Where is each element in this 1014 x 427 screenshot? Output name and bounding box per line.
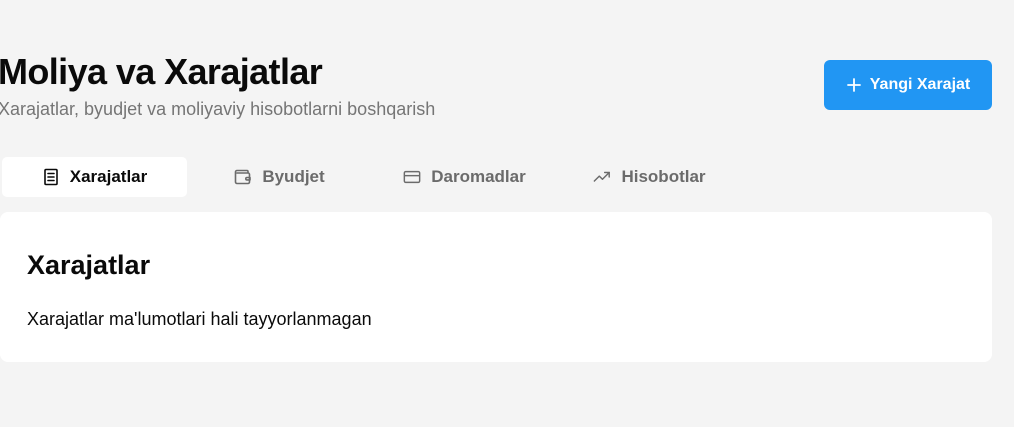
page-title: Moliya va Xarajatlar [0, 51, 323, 92]
tab-reports[interactable]: Hisobotlar [557, 157, 742, 197]
tab-income[interactable]: Daromadlar [372, 157, 557, 197]
wallet-icon [234, 168, 252, 186]
document-icon [42, 168, 60, 186]
trending-up-icon [593, 168, 611, 186]
new-expense-button-label: Yangi Xarajat [869, 76, 971, 93]
new-expense-button[interactable]: Yangi Xarajat [824, 60, 992, 110]
credit-card-icon [403, 168, 421, 186]
tab-budget[interactable]: Byudjet [187, 157, 372, 197]
tab-list: Xarajatlar Byudjet Daromadlar Hisobotlar [2, 157, 742, 197]
tab-budget-label: Byudjet [262, 167, 325, 186]
tab-income-label: Daromadlar [431, 167, 526, 186]
tab-expenses-label: Xarajatlar [69, 167, 148, 186]
tab-expenses[interactable]: Xarajatlar [2, 157, 187, 197]
tab-reports-label: Hisobotlar [621, 167, 706, 186]
content-card-title: Xarajatlar [27, 250, 151, 280]
empty-state-message: Xarajatlar ma'lumotlari hali tayyorlanma… [27, 309, 372, 329]
content-card [0, 212, 992, 362]
page-header: Moliya va Xarajatlar Xarajatlar, byudjet… [0, 0, 1014, 140]
plus-icon [846, 77, 862, 93]
page-subtitle: Xarajatlar, byudjet va moliyaviy hisobot… [0, 99, 436, 119]
